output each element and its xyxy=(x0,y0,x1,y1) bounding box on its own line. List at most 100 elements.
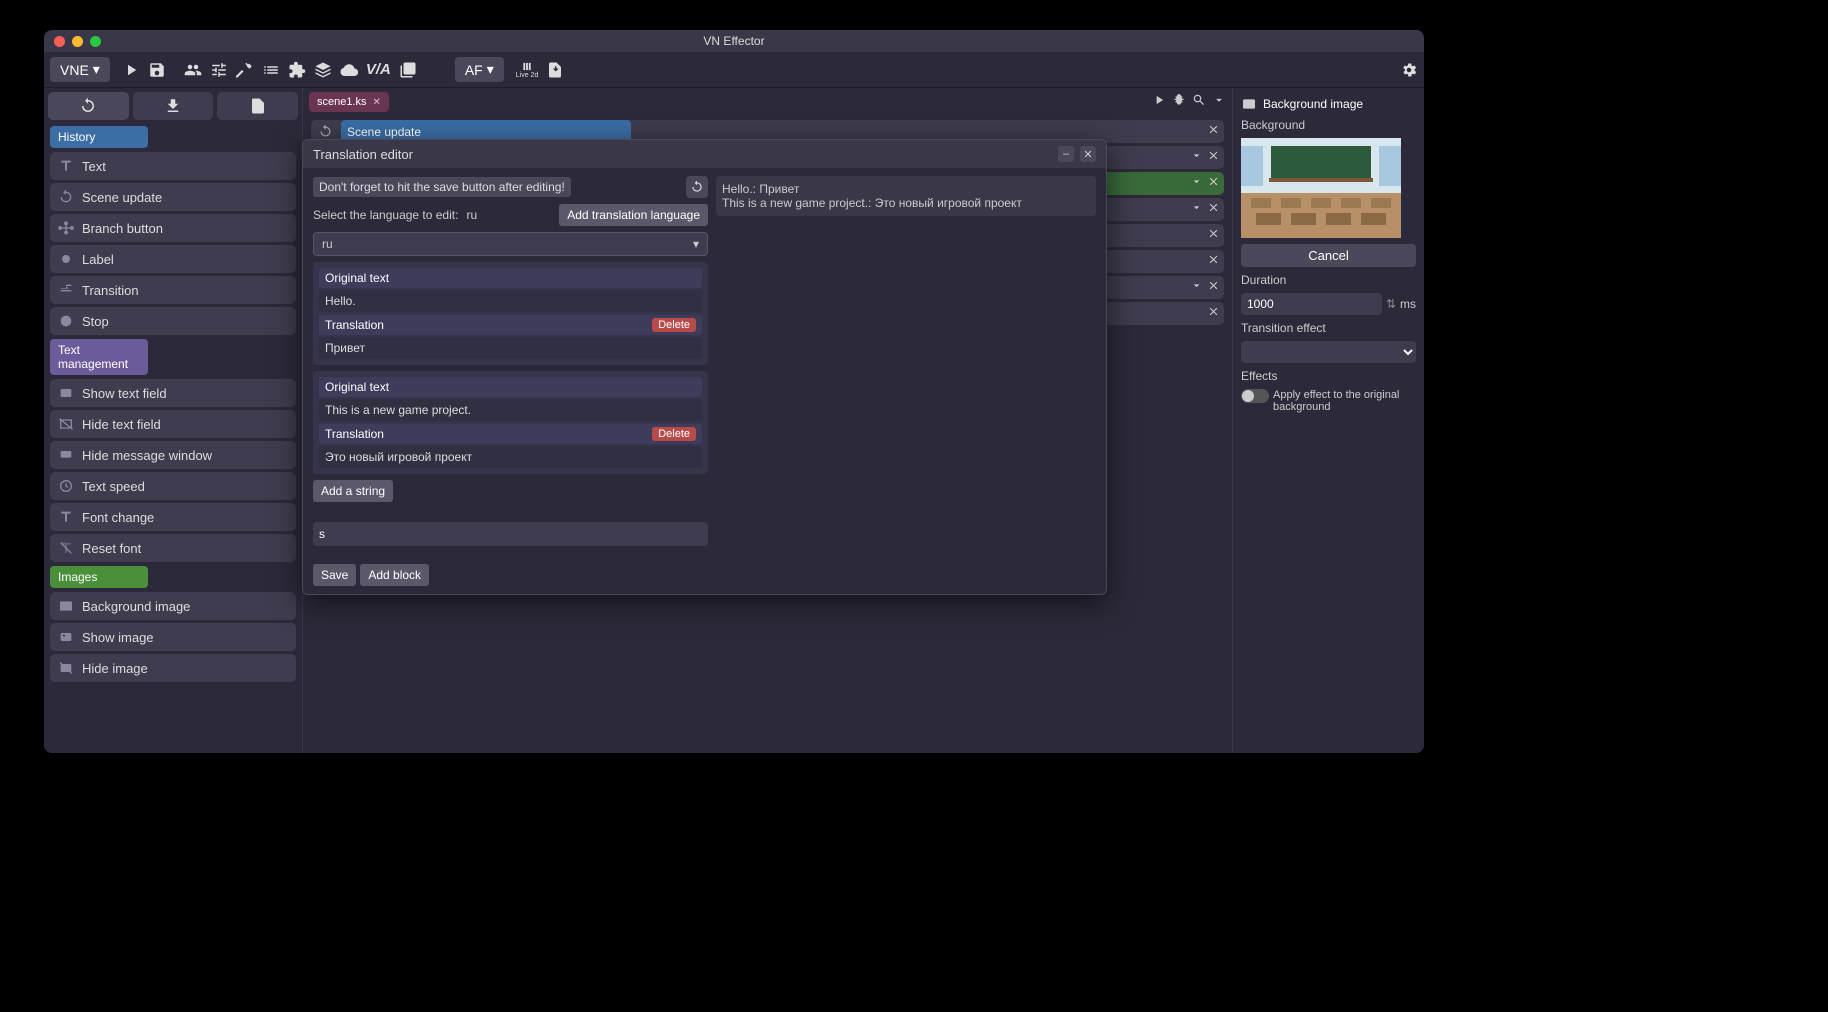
titlebar: VN Effector xyxy=(44,30,1424,52)
sidebar-mode-download[interactable] xyxy=(133,92,214,120)
stepper-icon[interactable]: ⇅ xyxy=(1386,297,1396,311)
layers-icon[interactable] xyxy=(314,61,332,79)
sidebar: History Text Scene update Branch button … xyxy=(44,88,302,753)
apply-effect-toggle[interactable] xyxy=(1241,389,1269,403)
minimize-window-icon[interactable] xyxy=(72,36,83,47)
sidebar-item-text-speed[interactable]: Text speed xyxy=(50,472,296,500)
save-icon[interactable] xyxy=(148,61,166,79)
play-icon[interactable] xyxy=(122,61,140,79)
chevron-down-icon[interactable] xyxy=(1190,279,1203,297)
sidebar-item-branch[interactable]: Branch button xyxy=(50,214,296,242)
close-icon[interactable] xyxy=(1207,279,1220,297)
bug-icon[interactable] xyxy=(1172,93,1186,112)
play-small-icon[interactable] xyxy=(1152,93,1166,112)
search-icon[interactable] xyxy=(1192,93,1206,112)
af-menu-button[interactable]: AF ▾ xyxy=(455,57,504,82)
sidebar-item-text[interactable]: Text xyxy=(50,152,296,180)
settings-icon[interactable] xyxy=(1400,61,1418,79)
live2d-icon[interactable]: Live 2d xyxy=(516,61,539,79)
sidebar-item-reset-font[interactable]: Reset font xyxy=(50,534,296,562)
close-icon[interactable] xyxy=(1207,201,1220,219)
sidebar-item-font-change[interactable]: Font change xyxy=(50,503,296,531)
tab-scene1[interactable]: scene1.ks ✕ xyxy=(309,92,389,112)
add-language-button[interactable]: Add translation language xyxy=(559,204,708,226)
sidebar-mode-sync[interactable] xyxy=(48,92,129,120)
cancel-button[interactable]: Cancel xyxy=(1241,244,1416,267)
minimize-icon[interactable]: – xyxy=(1058,146,1074,162)
close-icon[interactable] xyxy=(1207,175,1220,193)
refresh-button[interactable] xyxy=(686,176,708,198)
chevron-down-icon[interactable] xyxy=(1190,201,1203,219)
dialog-titlebar[interactable]: Translation editor – ✕ xyxy=(303,140,1106,168)
sidebar-item-transition[interactable]: Transition xyxy=(50,276,296,304)
translation-editor-dialog: Translation editor – ✕ Don't forget to h… xyxy=(302,139,1107,595)
add-string-button[interactable]: Add a string xyxy=(313,480,393,502)
close-icon[interactable] xyxy=(1207,227,1220,245)
original-text: Hello. xyxy=(319,290,702,312)
dialog-title: Translation editor xyxy=(313,147,413,162)
bg-label: Background xyxy=(1241,118,1416,132)
af-label: AF xyxy=(465,62,483,78)
sidebar-item-stop[interactable]: Stop xyxy=(50,307,296,335)
original-label: Original text xyxy=(319,377,702,397)
close-icon[interactable]: ✕ xyxy=(1080,146,1096,162)
original-label: Original text xyxy=(319,268,702,288)
duration-label: Duration xyxy=(1241,273,1416,287)
language-select[interactable]: ru ▾ xyxy=(313,232,708,256)
chevron-down-icon[interactable] xyxy=(1190,149,1203,167)
original-text: This is a new game project. xyxy=(319,399,702,421)
hammer-icon[interactable] xyxy=(236,61,254,79)
book-icon[interactable] xyxy=(399,61,417,79)
sidebar-item-scene-update[interactable]: Scene update xyxy=(50,183,296,211)
chevron-down-icon[interactable] xyxy=(1190,175,1203,193)
close-icon[interactable] xyxy=(1207,253,1220,271)
sidebar-item-label[interactable]: Label xyxy=(50,245,296,273)
close-icon[interactable] xyxy=(1207,123,1220,141)
translation-label: Translation Delete xyxy=(319,424,702,444)
sidebar-item-hide-msg[interactable]: Hide message window xyxy=(50,441,296,469)
section-header-history: History xyxy=(50,126,148,148)
maximize-window-icon[interactable] xyxy=(90,36,101,47)
va-icon[interactable]: V/A xyxy=(366,61,391,79)
users-icon[interactable] xyxy=(184,61,202,79)
close-icon[interactable]: ✕ xyxy=(373,97,381,108)
close-icon[interactable] xyxy=(1207,305,1220,323)
sidebar-item-bg-image[interactable]: Background image xyxy=(50,592,296,620)
vne-menu-button[interactable]: VNE ▾ xyxy=(50,57,110,82)
close-window-icon[interactable] xyxy=(54,36,65,47)
translation-text[interactable]: Это новый игровой проект xyxy=(319,446,702,468)
preview-pane: Hello.: Привет This is a new game projec… xyxy=(716,176,1096,216)
chevron-down-icon: ▾ xyxy=(487,61,494,78)
hint-text: Don't forget to hit the save button afte… xyxy=(313,177,571,197)
add-block-button[interactable]: Add block xyxy=(360,564,429,586)
cloud-icon[interactable] xyxy=(340,61,358,79)
window-title: VN Effector xyxy=(703,34,764,48)
vne-label: VNE xyxy=(60,62,89,78)
select-lang-label: Select the language to edit: xyxy=(313,208,458,222)
duration-input[interactable] xyxy=(1241,293,1382,315)
save-button[interactable]: Save xyxy=(313,564,356,586)
sidebar-item-hide-image[interactable]: Hide image xyxy=(50,654,296,682)
export-icon[interactable] xyxy=(546,61,564,79)
preview-line: Hello.: Привет xyxy=(722,182,1090,196)
block-input[interactable] xyxy=(313,522,708,546)
properties-panel: Background image Background xyxy=(1232,88,1424,753)
delete-button[interactable]: Delete xyxy=(652,318,696,332)
sidebar-item-hide-text[interactable]: Hide text field xyxy=(50,410,296,438)
sidebar-mode-document[interactable] xyxy=(217,92,298,120)
translation-block-1: Original text Hello. Translation Delete … xyxy=(313,262,708,365)
chevron-down-icon[interactable] xyxy=(1212,93,1226,112)
sliders-icon[interactable] xyxy=(210,61,228,79)
image-items: Background image Show image Hide image xyxy=(48,592,298,682)
sidebar-mode-tabs xyxy=(48,92,298,120)
sidebar-item-show-image[interactable]: Show image xyxy=(50,623,296,651)
puzzle-icon[interactable] xyxy=(288,61,306,79)
translation-text[interactable]: Привет xyxy=(319,337,702,359)
section-header-text: Text management xyxy=(50,339,148,375)
close-icon[interactable] xyxy=(1207,149,1220,167)
background-thumbnail[interactable] xyxy=(1241,138,1401,238)
transition-select[interactable] xyxy=(1241,341,1416,363)
delete-button[interactable]: Delete xyxy=(652,427,696,441)
list-icon[interactable] xyxy=(262,61,280,79)
sidebar-item-show-text[interactable]: Show text field xyxy=(50,379,296,407)
